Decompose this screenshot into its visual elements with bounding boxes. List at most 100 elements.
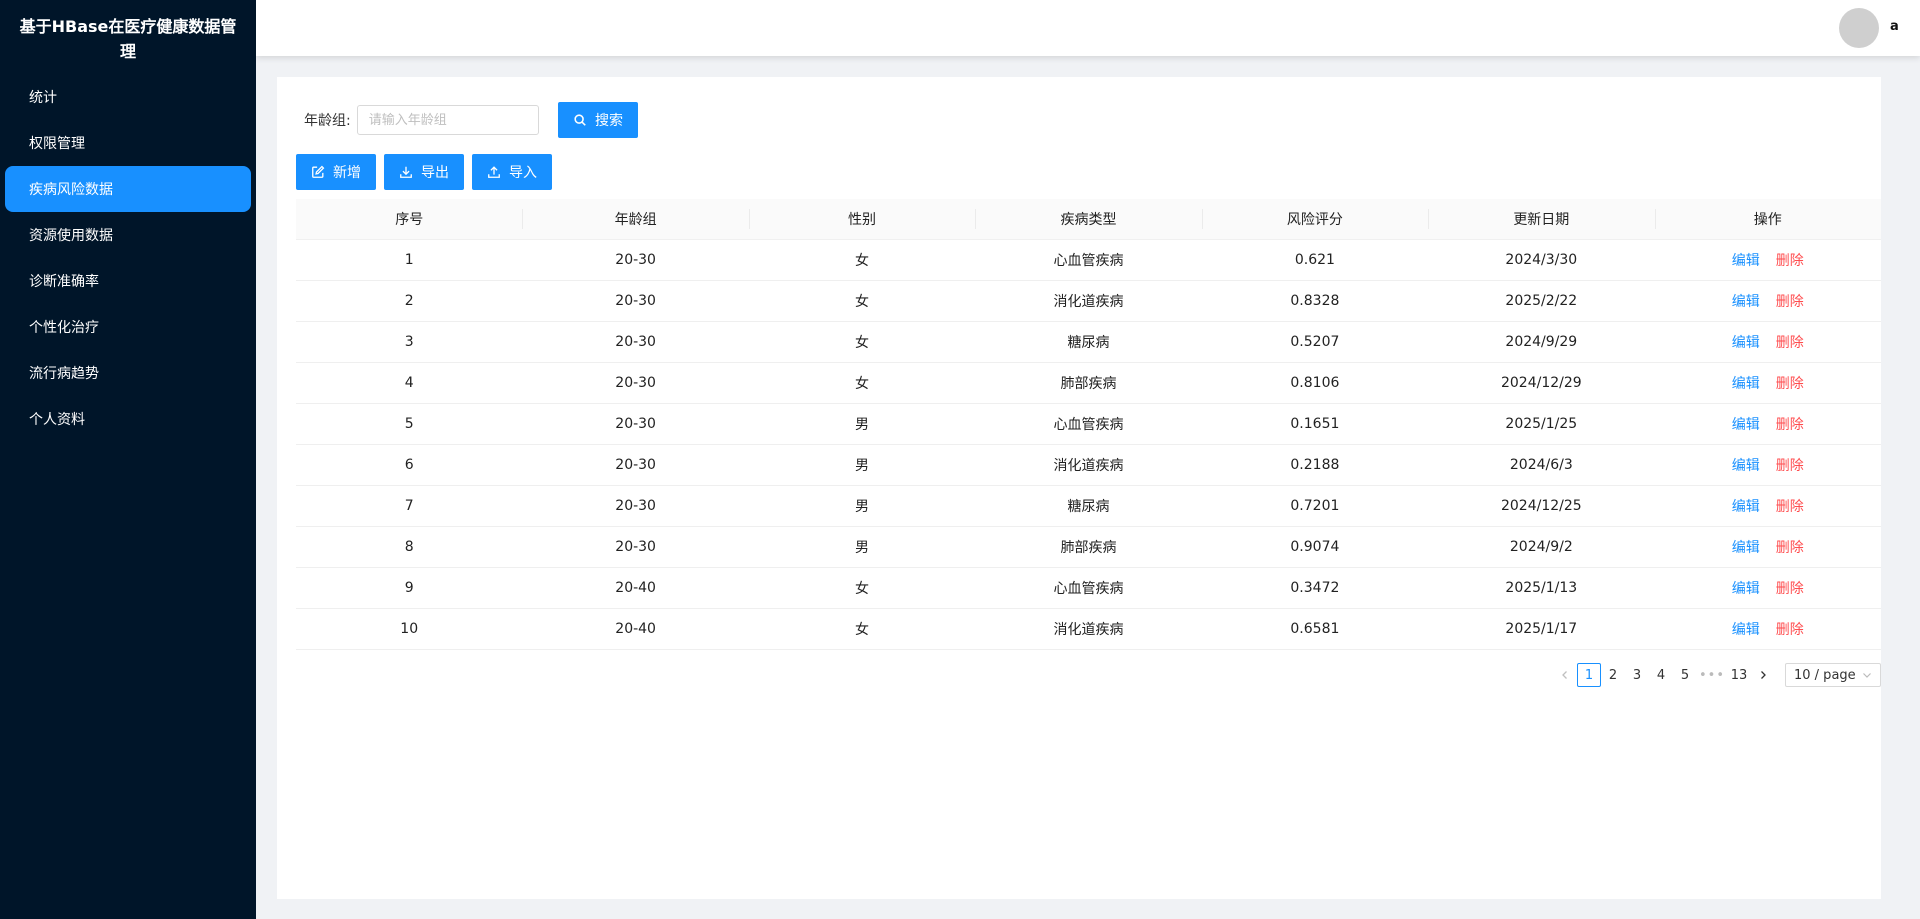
table-cell: 2024/6/3 [1428,444,1655,486]
table-cell: 0.9074 [1201,526,1429,568]
table-cell: 2024/9/2 [1428,526,1655,568]
page-button-5[interactable]: 5 [1673,663,1697,687]
table-cell: 肺部疾病 [975,362,1202,404]
page-button-2[interactable]: 2 [1601,663,1625,687]
sidebar-item-label: 流行病趋势 [29,366,99,382]
edit-link[interactable]: 编辑 [1732,417,1760,433]
export-button-label: 导出 [421,165,449,181]
sidebar-item-label: 统计 [29,90,57,106]
table-cell: 0.1651 [1201,403,1429,445]
edit-link[interactable]: 编辑 [1732,458,1760,474]
sidebar-item-6[interactable]: 流行病趋势 [5,350,251,396]
column-header: 操作 [1654,199,1881,240]
import-button[interactable]: 导入 [472,154,552,190]
delete-link[interactable]: 删除 [1776,581,1804,597]
next-page-button[interactable] [1751,663,1775,687]
add-button-label: 新增 [333,165,361,181]
delete-link[interactable]: 删除 [1776,294,1804,310]
edit-link[interactable]: 编辑 [1732,540,1760,556]
table-cell: 2025/1/25 [1428,403,1655,445]
table-cell: 0.621 [1201,239,1429,281]
table-cell: 0.6581 [1201,608,1429,650]
table-cell: 0.8328 [1201,280,1429,322]
table-cell: 2024/12/29 [1428,362,1655,404]
edit-link[interactable]: 编辑 [1732,622,1760,638]
table-cell: 女 [748,362,976,404]
add-button[interactable]: 新增 [296,154,376,190]
page-button-3[interactable]: 3 [1625,663,1649,687]
column-header: 风险评分 [1201,199,1429,240]
sidebar-item-7[interactable]: 个人资料 [5,396,251,442]
sidebar-item-label: 疾病风险数据 [29,182,113,198]
page-button-4[interactable]: 4 [1649,663,1673,687]
table-cell: 糖尿病 [975,321,1202,363]
sidebar-item-2[interactable]: 疾病风险数据 [5,166,251,212]
delete-link[interactable]: 删除 [1776,253,1804,269]
page-size-select[interactable]: 10 / page [1785,663,1881,687]
edit-link[interactable]: 编辑 [1732,581,1760,597]
age-group-search-input[interactable] [356,105,539,135]
page-ellipsis[interactable]: ••• [1697,663,1727,687]
column-header: 性别 [748,199,976,240]
delete-link[interactable]: 删除 [1776,499,1804,515]
chevron-right-icon [1761,671,1766,679]
table-cell: 女 [748,239,976,281]
delete-link[interactable]: 删除 [1776,540,1804,556]
table-row: 9 20-40 女心血管疾病 0.3472 2025/1/13 编辑 删除 [296,567,1881,609]
delete-link[interactable]: 删除 [1776,417,1804,433]
table-cell: 男 [748,485,976,527]
delete-link[interactable]: 删除 [1776,622,1804,638]
search-button[interactable]: 搜索 [558,102,638,138]
table-cell: 0.3472 [1201,567,1429,609]
table-cell: 9 [296,567,523,609]
table-cell: 心血管疾病 [975,403,1202,445]
table-cell: 2025/1/17 [1428,608,1655,650]
table-header-row: 序号 年龄组 性别 疾病类型 风险评分 更新日期 操作 [296,199,1881,240]
pagination: 1 2 3 4 5 ••• 13 10 / page [1553,663,1881,687]
delete-link[interactable]: 删除 [1776,458,1804,474]
column-header: 更新日期 [1428,199,1655,240]
edit-link[interactable]: 编辑 [1732,376,1760,392]
table-row: 7 20-30 男糖尿病 0.7201 2024/12/25 编辑 删除 [296,485,1881,527]
table-cell: 2024/12/25 [1428,485,1655,527]
sidebar-item-5[interactable]: 个性化治疗 [5,304,251,350]
table-cell: 女 [748,608,976,650]
table-cell: 20-40 [522,567,749,609]
page-size-value: 10 / page [1794,667,1856,683]
table-row: 4 20-30 女肺部疾病 0.8106 2024/12/29 编辑 删除 [296,362,1881,404]
table-cell: 消化道疾病 [975,280,1202,322]
table-cell: 20-30 [522,362,749,404]
edit-link[interactable]: 编辑 [1732,335,1760,351]
page-button-last[interactable]: 13 [1727,663,1751,687]
edit-link[interactable]: 编辑 [1732,499,1760,515]
table-cell: 女 [748,567,976,609]
edit-link[interactable]: 编辑 [1732,253,1760,269]
user-name[interactable]: a [1890,19,1899,34]
table-body: 1 20-30 女心血管疾病 0.621 2024/3/30 编辑 删除 2 20-30 女消化道… [296,239,1881,650]
table-cell: 0.2188 [1201,444,1429,486]
avatar[interactable] [1839,8,1879,48]
page-button-1[interactable]: 1 [1577,663,1601,687]
delete-link[interactable]: 删除 [1776,376,1804,392]
table-cell: 心血管疾病 [975,567,1202,609]
table-cell: 女 [748,321,976,363]
sidebar-item-3[interactable]: 资源使用数据 [5,212,251,258]
table-cell: 20-30 [522,321,749,363]
column-header: 年龄组 [522,199,749,240]
row-actions: 编辑 删除 [1654,567,1881,609]
table-row: 1 20-30 女心血管疾病 0.621 2024/3/30 编辑 删除 [296,239,1881,281]
column-header: 序号 [296,199,523,240]
table-cell: 男 [748,444,976,486]
table-cell: 8 [296,526,523,568]
sidebar-item-4[interactable]: 诊断准确率 [5,258,251,304]
sidebar-item-1[interactable]: 权限管理 [5,120,251,166]
table-cell: 20-30 [522,485,749,527]
column-header: 疾病类型 [975,199,1202,240]
edit-link[interactable]: 编辑 [1732,294,1760,310]
table-cell: 糖尿病 [975,485,1202,527]
sidebar-item-0[interactable]: 统计 [5,74,251,120]
export-button[interactable]: 导出 [384,154,464,190]
prev-page-button[interactable] [1553,663,1577,687]
delete-link[interactable]: 删除 [1776,335,1804,351]
table-row: 5 20-30 男心血管疾病 0.1651 2025/1/25 编辑 删除 [296,403,1881,445]
